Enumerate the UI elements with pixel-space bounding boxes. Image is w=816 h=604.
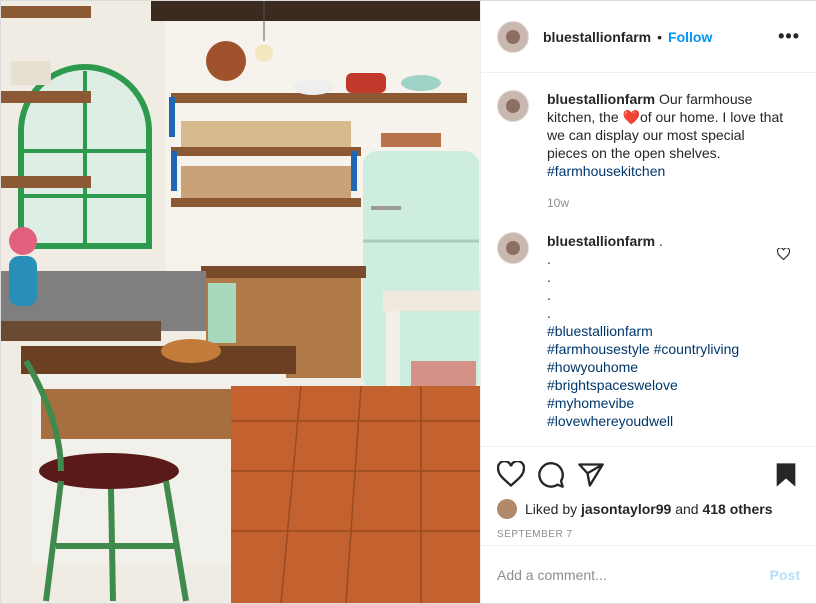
caption: bluestallionfarm Our farmhouse kitchen, …: [497, 90, 800, 180]
save-icon[interactable]: [772, 461, 800, 489]
actions-section: Liked by jasontaylor99 and 418 others SE…: [481, 446, 816, 540]
share-icon[interactable]: [577, 461, 605, 489]
caption-avatar[interactable]: [497, 90, 529, 122]
liker-avatar[interactable]: [497, 499, 517, 519]
comment-hashtag[interactable]: #bluestallionfarm: [547, 322, 787, 340]
post-button[interactable]: Post: [770, 567, 800, 583]
heart-emoji: ❤️: [622, 109, 640, 125]
comment: bluestallionfarm . . . . . #bluestallion…: [497, 232, 800, 430]
like-icon[interactable]: [497, 461, 525, 489]
comment-dot: .: [547, 269, 551, 285]
comment-hashtag[interactable]: #myhomevibe: [547, 394, 787, 412]
comment-dot: .: [547, 251, 551, 267]
instagram-post: bluestallionfarm • Follow ••• bluestalli…: [0, 0, 816, 604]
comment-hashtag[interactable]: #brightspaceswelove: [547, 376, 787, 394]
comments-section[interactable]: bluestallionfarm Our farmhouse kitchen, …: [481, 74, 816, 444]
add-comment-input[interactable]: [497, 566, 770, 583]
comment-hashtag[interactable]: #lovewhereyoudwell: [547, 412, 787, 430]
caption-age: 10w: [547, 196, 570, 210]
likes-middle: and: [675, 501, 699, 517]
likes-row: Liked by jasontaylor99 and 418 others: [497, 499, 800, 519]
header-separator: •: [657, 28, 663, 45]
avatar[interactable]: [497, 20, 529, 53]
header-username[interactable]: bluestallionfarm: [543, 29, 651, 45]
post-photo[interactable]: [1, 1, 480, 603]
comment-hashtag[interactable]: #howyouhome: [547, 358, 787, 376]
post-header: bluestallionfarm • Follow •••: [481, 1, 816, 73]
action-icons: [497, 455, 800, 495]
post-date[interactable]: SEPTEMBER 7: [497, 529, 800, 540]
caption-hashtag[interactable]: #farmhousekitchen: [547, 162, 787, 180]
kitchen-photo-illustration: [1, 1, 480, 603]
heart-small-icon[interactable]: [777, 248, 790, 260]
caption-body: bluestallionfarm Our farmhouse kitchen, …: [547, 90, 787, 180]
comment-icon[interactable]: [537, 461, 565, 489]
follow-button[interactable]: Follow: [668, 29, 712, 45]
add-comment-bar: Post: [481, 545, 816, 603]
likes-others[interactable]: 418 others: [702, 501, 772, 517]
more-icon[interactable]: •••: [778, 26, 800, 47]
comment-dot: .: [659, 233, 663, 249]
caption-username[interactable]: bluestallionfarm: [547, 91, 655, 107]
post-side-panel: bluestallionfarm • Follow ••• bluestalli…: [480, 1, 816, 603]
comment-body: bluestallionfarm . . . . . #bluestallion…: [547, 232, 787, 430]
comment-dot: .: [547, 305, 551, 321]
comment-avatar[interactable]: [497, 232, 529, 264]
likes-prefix: Liked by: [525, 501, 578, 517]
likes-user[interactable]: jasontaylor99: [581, 501, 671, 517]
comment-username[interactable]: bluestallionfarm: [547, 233, 655, 249]
comment-dot: .: [547, 287, 551, 303]
comment-hashtag[interactable]: #farmhousestyle #countryliving: [547, 340, 787, 358]
